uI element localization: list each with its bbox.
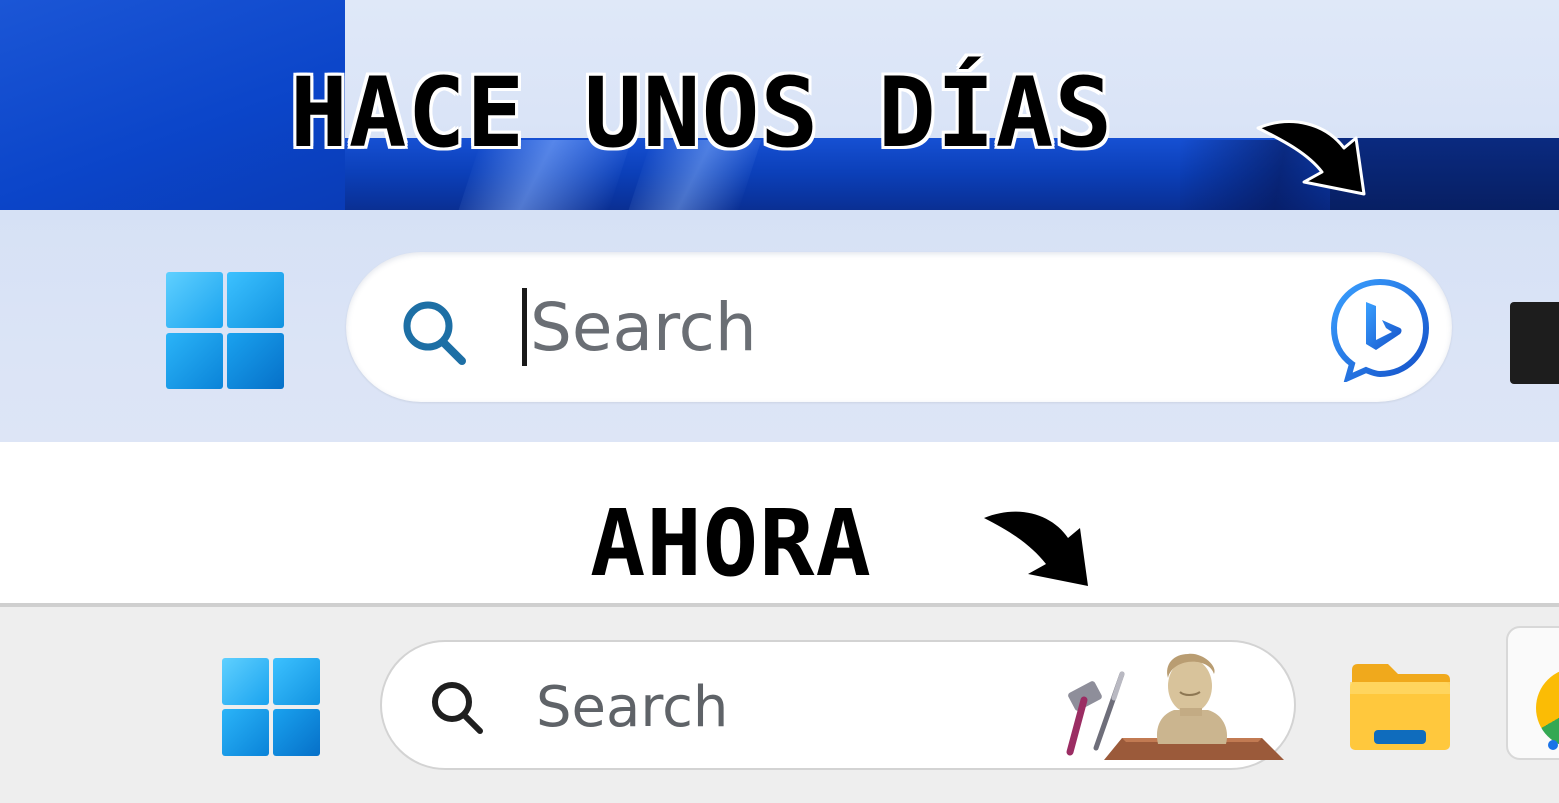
curved-arrow-icon [1256,120,1366,196]
bing-chat-icon[interactable] [1326,274,1434,382]
file-explorer-icon[interactable] [1348,660,1452,752]
caption-before: HACE UNOS DÍAS [290,57,1114,169]
search-icon [432,682,483,734]
curved-arrow-icon [984,511,1088,586]
task-view-icon[interactable] [1510,302,1559,384]
search-icon [403,301,466,365]
windows-start-icon[interactable] [222,658,320,756]
taskbar-search-box[interactable]: Search [380,640,1296,770]
search-placeholder: Search [536,675,729,740]
text-caret [522,288,527,366]
sculptor-statue-highlight-icon[interactable] [1062,648,1292,766]
caption-after: AHORA [590,490,872,597]
chrome-icon[interactable] [1506,626,1559,760]
taskbar-search-box[interactable]: Search [346,252,1452,402]
windows-start-icon[interactable] [166,272,284,389]
search-placeholder: Search [530,289,757,366]
